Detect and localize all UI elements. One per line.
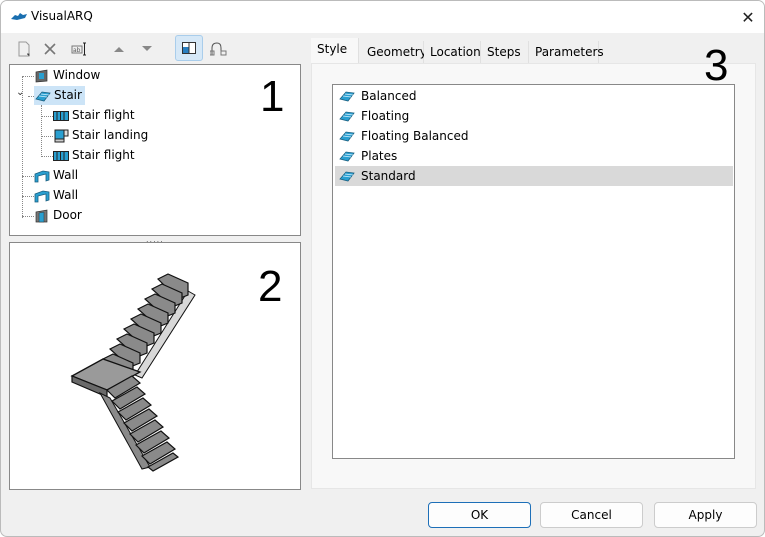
tree-item-label: Wall <box>53 168 79 182</box>
move-down-button[interactable] <box>134 37 160 61</box>
tree-item-label: Stair landing <box>72 128 149 142</box>
tree-item-label: Door <box>53 208 82 222</box>
tab-style[interactable]: Style <box>311 38 359 64</box>
style-item-floating-balanced[interactable]: Floating Balanced <box>335 126 733 146</box>
stair-style-icon <box>339 111 355 122</box>
style-item-label: Plates <box>361 149 398 163</box>
tree-item-label: Stair flight <box>72 148 135 162</box>
tab-location[interactable]: Location <box>424 41 481 63</box>
style-item-label: Floating Balanced <box>361 129 469 143</box>
tree-item-label: Stair flight <box>72 108 135 122</box>
tree-item-stair[interactable]: Stair <box>34 86 85 105</box>
annotation-1: 1 <box>260 72 285 121</box>
cancel-button[interactable]: Cancel <box>540 502 643 528</box>
tree-item-wall[interactable]: Wall <box>34 186 81 205</box>
new-icon <box>18 41 30 57</box>
tab-geometry[interactable]: Geometry <box>361 41 427 63</box>
tree-item-wall[interactable]: Wall <box>34 166 81 185</box>
object-tree: Window ⌄ Stair Stair flight Stair landin… <box>9 64 301 236</box>
annotation-3: 3 <box>704 41 729 90</box>
style-list: Balanced Floating Floating Balanced Plat… <box>332 84 735 459</box>
wall-icon <box>34 190 50 202</box>
door-icon <box>35 209 48 222</box>
style-item-balanced[interactable]: Balanced <box>335 86 733 106</box>
tree-item-label: Window <box>53 68 101 82</box>
style-item-floating[interactable]: Floating <box>335 106 733 126</box>
stair-style-icon <box>339 131 355 142</box>
new-button[interactable] <box>11 37 37 61</box>
toolbar: ab <box>9 35 299 61</box>
window-icon <box>35 69 48 82</box>
stair-preview-image <box>70 273 196 472</box>
wall-icon <box>34 170 50 182</box>
style-item-label: Balanced <box>361 89 417 103</box>
annotation-2: 2 <box>258 262 283 311</box>
window-title: VisualARQ <box>31 9 93 23</box>
stair-flight-icon <box>53 150 69 161</box>
delete-button[interactable] <box>37 37 63 61</box>
tab-steps[interactable]: Steps <box>481 41 529 63</box>
style-item-plates[interactable]: Plates <box>335 146 733 166</box>
stair-flight-icon <box>53 110 69 121</box>
stair-landing-icon <box>54 129 69 142</box>
profile-icon <box>210 42 227 56</box>
move-down-icon <box>142 46 152 51</box>
rename-button[interactable]: ab <box>67 37 93 61</box>
stair-style-icon <box>339 151 355 162</box>
tree-item-stair-flight[interactable]: Stair flight <box>53 146 138 165</box>
tree-item-label: Stair <box>54 88 82 102</box>
tree-item-label: Wall <box>53 188 79 202</box>
ok-button[interactable]: OK <box>428 502 531 528</box>
tree-item-window[interactable]: Window <box>34 66 103 85</box>
svg-text:ab: ab <box>73 47 81 54</box>
visualarq-logo-icon <box>11 13 27 20</box>
style-item-label: Floating <box>361 109 410 123</box>
close-icon: ✕ <box>741 7 755 27</box>
tree-item-stair-landing[interactable]: Stair landing <box>53 126 151 145</box>
stair-style-icon <box>339 171 355 182</box>
tree-item-door[interactable]: Door <box>34 206 85 225</box>
preview-toggle-icon <box>182 42 196 54</box>
rename-icon: ab <box>71 42 86 56</box>
apply-button[interactable]: Apply <box>654 502 757 528</box>
move-up-button[interactable] <box>106 37 132 61</box>
stair-style-icon <box>339 91 355 102</box>
stair-icon <box>35 91 51 101</box>
tree-item-stair-flight[interactable]: Stair flight <box>53 106 138 125</box>
preview-panel: 2 <box>9 242 301 490</box>
style-item-label: Standard <box>361 169 416 183</box>
move-up-icon <box>114 47 124 52</box>
delete-icon <box>44 43 56 55</box>
visualarq-dialog: VisualARQ ✕ ab Window ⌄ Stair Stair flig… <box>0 0 765 537</box>
tab-parameters[interactable]: Parameters <box>529 41 604 63</box>
profile-button[interactable] <box>206 37 232 61</box>
preview-toggle-button[interactable] <box>175 35 203 61</box>
title-bar: VisualARQ ✕ <box>1 1 764 33</box>
chevron-down-icon[interactable]: ⌄ <box>16 87 24 98</box>
close-button[interactable]: ✕ <box>736 6 760 28</box>
style-item-standard[interactable]: Standard <box>335 166 733 186</box>
